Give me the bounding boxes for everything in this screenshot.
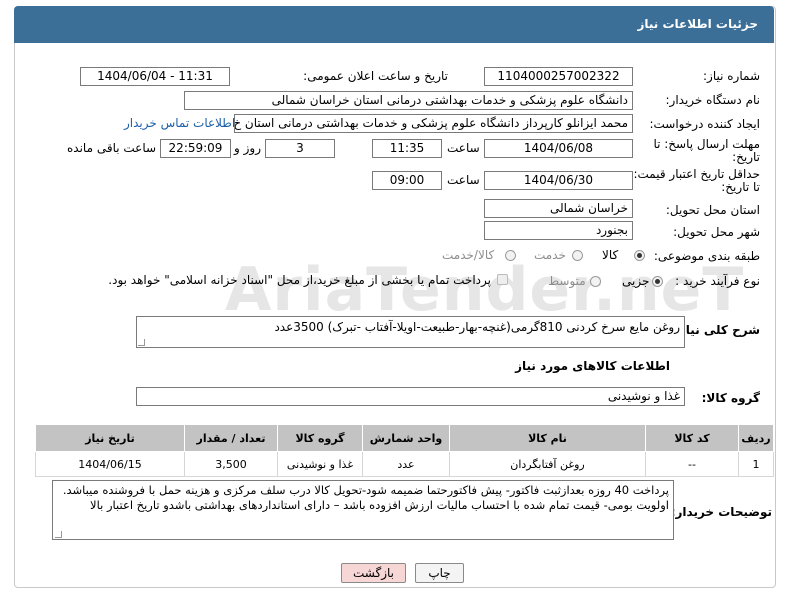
payment-checkbox[interactable]	[497, 274, 508, 285]
validity-label: حداقل تاریخ اعتبار قیمت:	[633, 167, 760, 181]
description-field: روغن مایع سرخ کردنی 810گرمی(غنچه-بهار-طب…	[136, 316, 685, 348]
province-field: خراسان شمالی	[484, 199, 633, 218]
process-option-minor: جزیی	[622, 274, 650, 288]
remaining-label: ساعت باقی مانده	[67, 141, 157, 155]
category-option-goods-service: کالا/خدمت	[442, 248, 495, 262]
goods-group-label: گروه کالا:	[701, 391, 760, 405]
process-radio-medium[interactable]	[590, 276, 601, 287]
resize-handle-icon[interactable]	[138, 339, 145, 346]
category-radio-goods[interactable]	[634, 250, 645, 261]
buyer-label: نام دستگاه خریدار:	[665, 93, 761, 107]
goods-group-field: غذا و نوشیدنی	[136, 387, 685, 406]
process-option-medium: متوسط	[548, 274, 586, 288]
province-label: استان محل تحویل:	[665, 203, 760, 217]
cell-code: --	[645, 451, 739, 477]
announce-label: تاریخ و ساعت اعلان عمومی:	[303, 69, 448, 83]
need-number-field: 1104000257002322	[484, 67, 633, 86]
col-qty: تعداد / مقدار	[184, 424, 278, 452]
col-name: نام کالا	[449, 424, 646, 452]
deadline-date-field: 1404/06/08	[484, 139, 633, 158]
buyer-notes-label: توضیحات خریدار:	[670, 505, 772, 519]
col-row: ردیف	[738, 424, 774, 452]
validity-date-field: 1404/06/30	[484, 171, 633, 190]
col-code: کد کالا	[645, 424, 739, 452]
goods-info-title: اطلاعات کالاهای مورد نیاز	[515, 359, 670, 373]
cell-name: روغن آفتابگردان	[449, 451, 646, 477]
deadline-label-2: تاریخ:	[732, 150, 760, 164]
deadline-time-label: ساعت	[447, 141, 480, 155]
process-label: نوع فرآیند خرید :	[675, 274, 760, 288]
validity-time-field: 09:00	[372, 171, 442, 190]
col-date: تاریخ نیاز	[35, 424, 185, 452]
cell-qty: 3,500	[184, 451, 278, 477]
city-field: بجنورد	[484, 221, 633, 240]
buyer-notes-field: پرداخت 40 روزه بعدازثبت فاکتور- پیش فاکت…	[52, 480, 674, 540]
buyer-field: دانشگاه علوم پزشکی و خدمات بهداشتی درمان…	[184, 91, 633, 110]
category-radio-service[interactable]	[572, 250, 583, 261]
category-option-service: خدمت	[534, 248, 566, 262]
city-label: شهر محل تحویل:	[673, 225, 760, 239]
col-group: گروه کالا	[277, 424, 363, 452]
category-radio-goods-service[interactable]	[505, 250, 516, 261]
need-number-label: شماره نیاز:	[703, 69, 760, 83]
buyer-contact-link[interactable]: اطلاعات تماس خریدار	[124, 116, 235, 130]
cell-unit: عدد	[362, 451, 450, 477]
notes-resize-handle-icon[interactable]	[55, 531, 62, 538]
print-button[interactable]: چاپ	[415, 563, 464, 583]
cell-date: 1404/06/15	[35, 451, 185, 477]
category-label: طبقه بندی موضوعی:	[653, 249, 760, 263]
goods-table: ردیف کد کالا نام کالا واحد شمارش گروه کا…	[35, 424, 774, 477]
validity-label-2: تا تاریخ:	[721, 180, 760, 194]
creator-field: محمد ایزانلو کارپرداز دانشگاه علوم پزشکی…	[234, 114, 633, 133]
col-unit: واحد شمارش	[362, 424, 450, 452]
process-radio-minor[interactable]	[652, 276, 663, 287]
watermark: AriaTender.neT	[225, 255, 745, 325]
table-header-row: ردیف کد کالا نام کالا واحد شمارش گروه کا…	[35, 424, 774, 452]
back-button[interactable]: بازگشت	[341, 563, 406, 583]
announce-field: 1404/06/04 - 11:31	[80, 67, 230, 86]
creator-label: ایجاد کننده درخواست:	[649, 117, 760, 131]
deadline-time-field: 11:35	[372, 139, 442, 158]
remaining-time-field: 22:59:09	[160, 139, 231, 158]
days-field: 3	[265, 139, 335, 158]
cell-row: 1	[738, 451, 774, 477]
days-label: روز و	[234, 141, 261, 155]
category-option-goods: کالا	[602, 248, 619, 262]
deadline-label: مهلت ارسال پاسخ: تا	[653, 137, 760, 151]
cell-group: غذا و نوشیدنی	[277, 451, 363, 477]
description-label: شرح کلی نیاز:	[674, 323, 760, 337]
page-title: جزئیات اطلاعات نیاز	[637, 17, 758, 31]
validity-time-label: ساعت	[447, 173, 480, 187]
payment-note: پرداخت تمام یا بخشی از مبلغ خرید،از محل …	[108, 273, 491, 287]
table-row: 1 -- روغن آفتابگردان عدد غذا و نوشیدنی 3…	[35, 451, 774, 477]
